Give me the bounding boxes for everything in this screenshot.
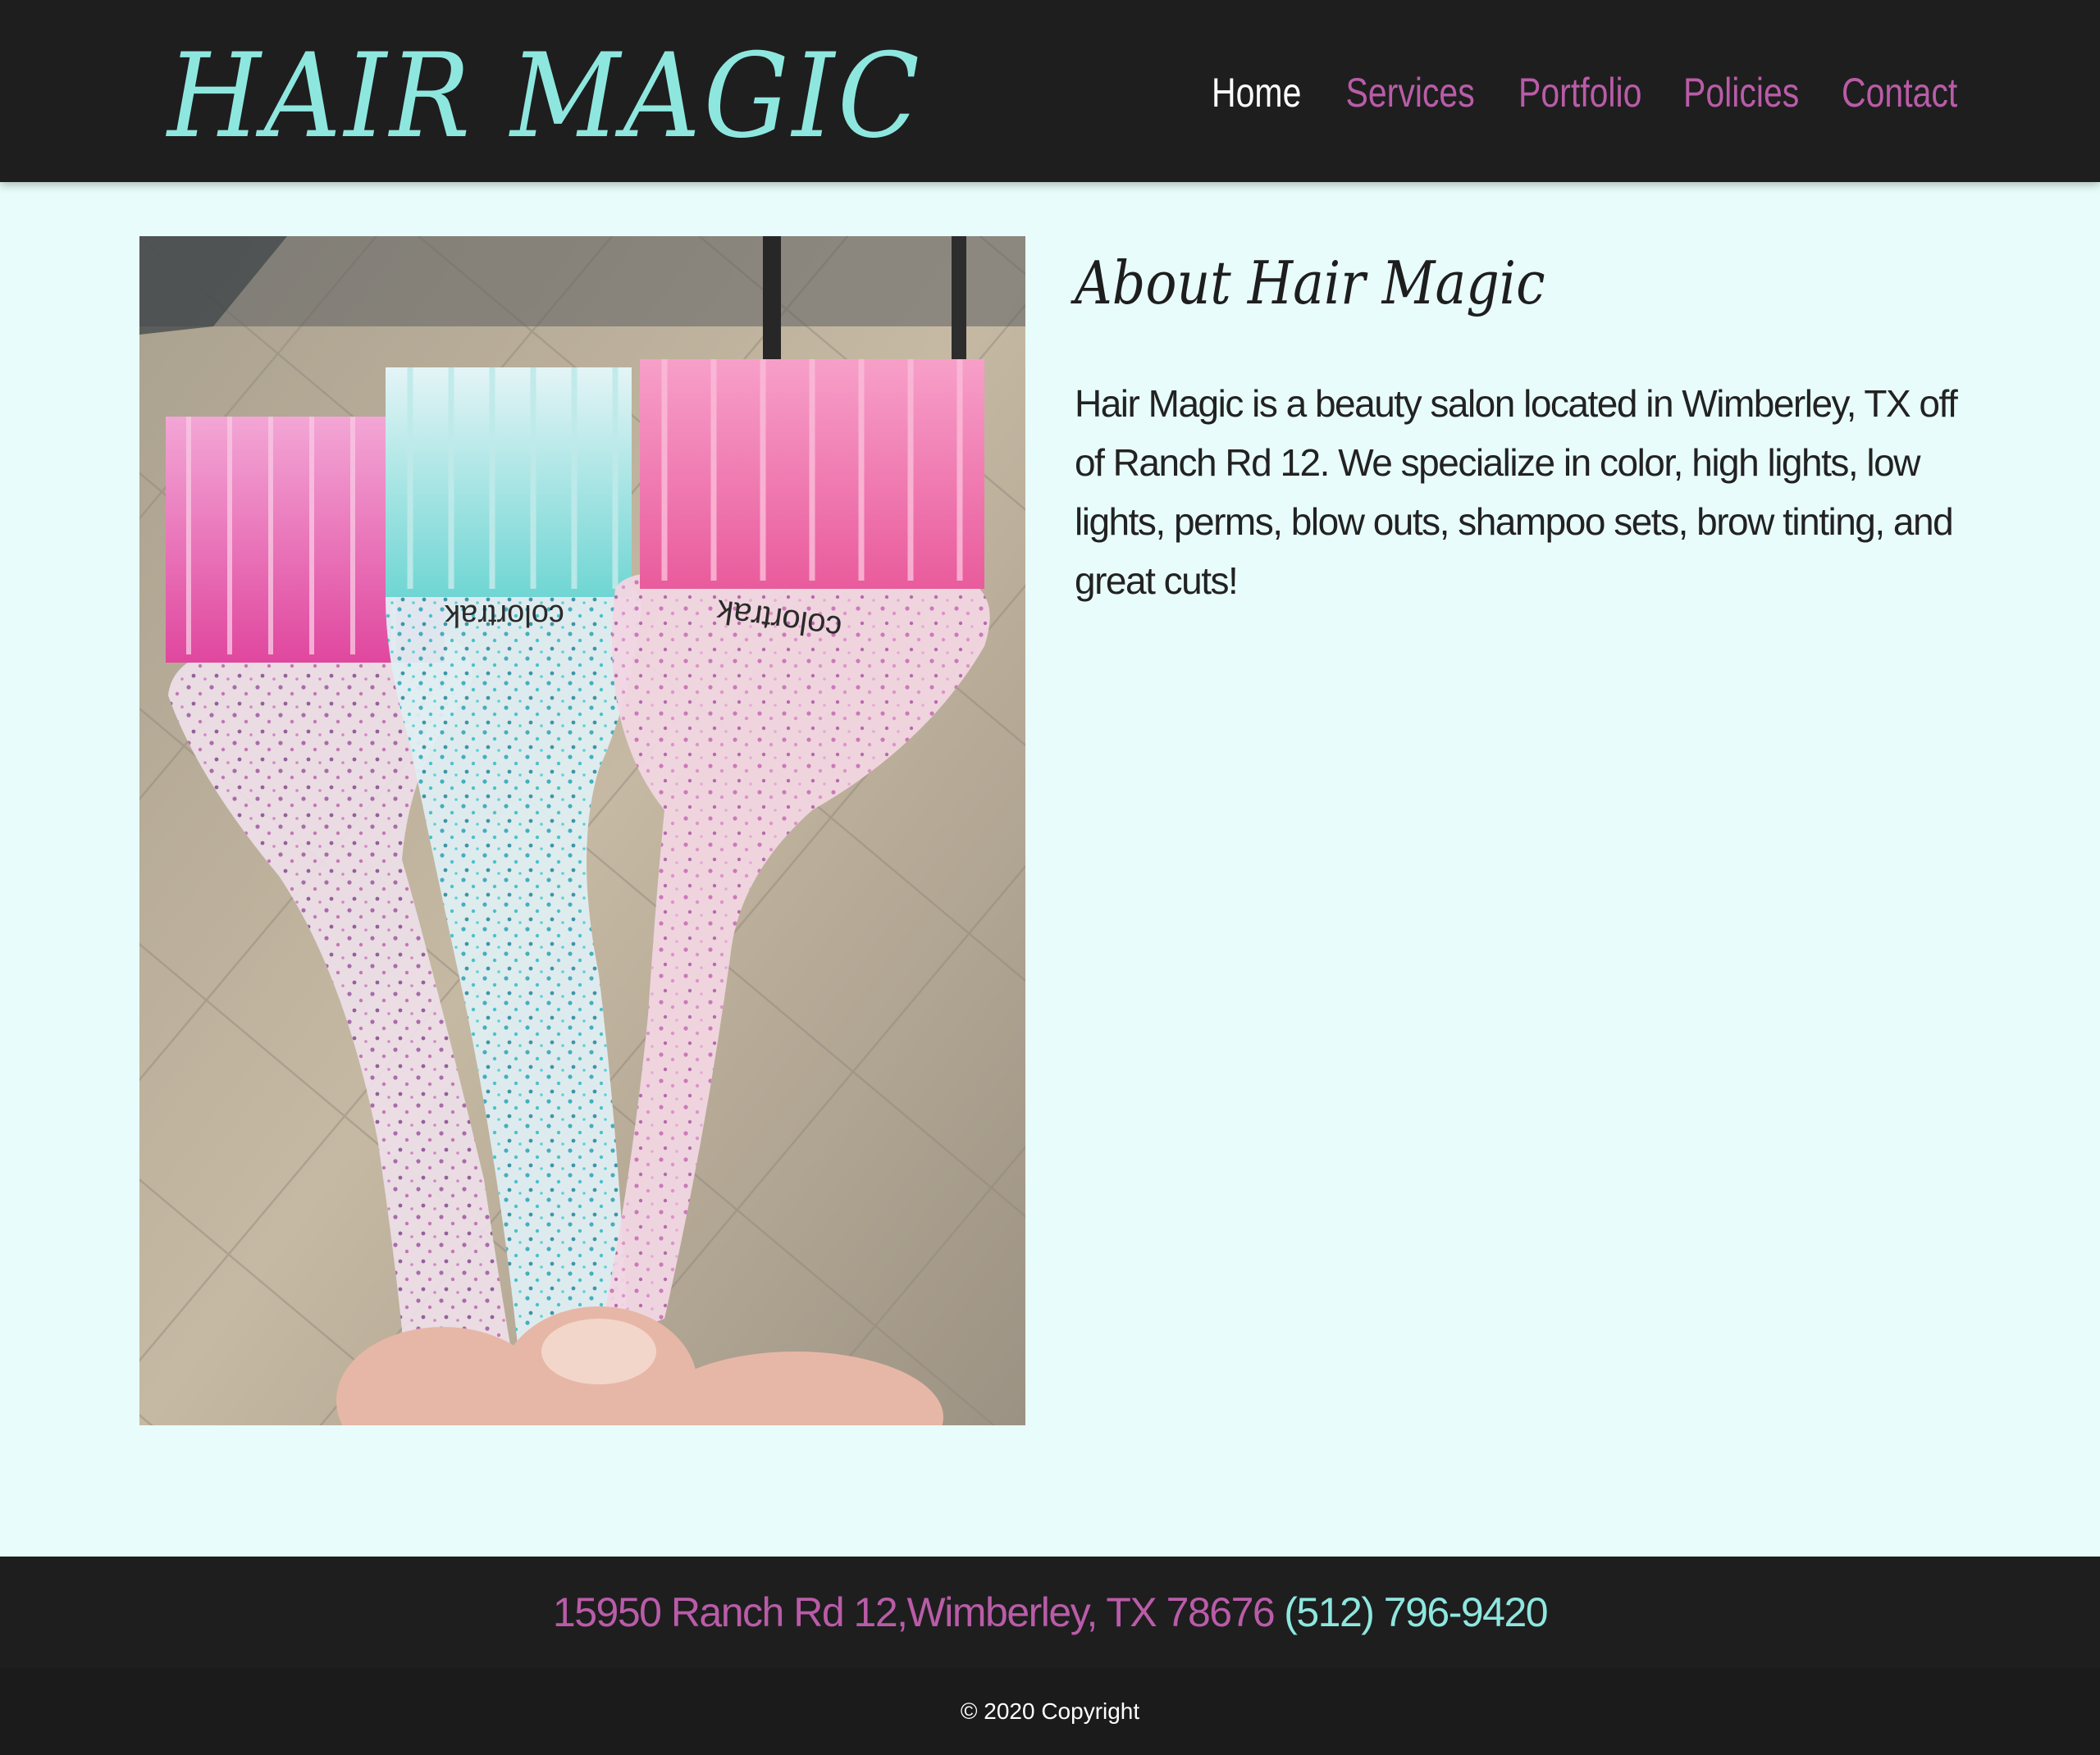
- nav-services[interactable]: Services: [1346, 69, 1475, 116]
- footer-copyright-bar: © 2020 Copyright: [0, 1668, 2100, 1755]
- main-nav: Home Services Portfolio Policies Contact: [1166, 56, 1957, 130]
- about-title: About Hair Magic: [1075, 248, 1545, 317]
- about-description: Hair Magic is a beauty salon located in …: [1075, 382, 1958, 602]
- footer-address[interactable]: 15950 Ranch Rd 12,Wimberley, TX 78676: [553, 1589, 1276, 1636]
- site-header: HAIR MAGIC Home Services Portfolio Polic…: [0, 0, 2100, 182]
- nav-home[interactable]: Home: [1212, 69, 1301, 116]
- site-logo[interactable]: HAIR MAGIC: [167, 31, 923, 162]
- footer-contact: 15950 Ranch Rd 12,Wimberley, TX 78676 (5…: [0, 1557, 2100, 1668]
- copyright-text: © 2020 Copyright: [960, 1698, 1140, 1724]
- footer-phone[interactable]: (512) 796-9420: [1284, 1589, 1548, 1636]
- brush-brand-label: colortrak: [444, 598, 564, 632]
- nav-portfolio[interactable]: Portfolio: [1518, 69, 1641, 116]
- salon-photo: colortrak colortrak: [139, 236, 1025, 1425]
- nav-contact[interactable]: Contact: [1842, 69, 1957, 116]
- nav-policies[interactable]: Policies: [1683, 69, 1799, 116]
